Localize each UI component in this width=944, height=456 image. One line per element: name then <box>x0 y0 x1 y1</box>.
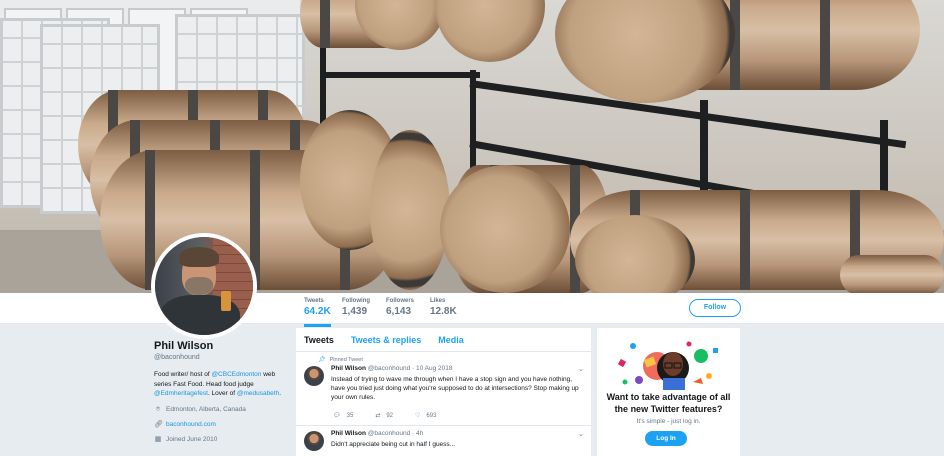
tweet-header: Phil Wilson @baconhound · 4h <box>331 430 423 437</box>
like-button[interactable]: ♡ 693 <box>415 412 437 420</box>
tweet-author[interactable]: Phil Wilson <box>331 365 366 372</box>
retweet-icon: ⇄ <box>375 413 381 419</box>
stat-value: 12.8K <box>430 306 457 317</box>
reply-count: 35 <box>346 412 354 419</box>
link-icon: 🔗︎ <box>154 420 163 428</box>
stat-value: 64.2K <box>304 306 331 317</box>
tweet-text: Instead of trying to wave me through whe… <box>331 376 579 402</box>
website-link[interactable]: baconhound.com <box>166 421 216 428</box>
profile-location: ⌾ Edmonton, Alberta, Canada <box>154 406 294 414</box>
tab-tweets[interactable]: Tweets <box>304 335 334 345</box>
twitter-features-illustration <box>617 341 718 390</box>
tab-tweets-replies[interactable]: Tweets & replies <box>351 335 421 345</box>
stat-label: Tweets <box>304 298 324 304</box>
reply-button[interactable]: 💬︎ 35 <box>333 412 354 420</box>
stat-label: Followers <box>386 298 415 304</box>
avatar[interactable] <box>151 233 257 339</box>
card-subtitle: It's simple - just log in. <box>636 418 701 425</box>
stat-tweets[interactable]: Tweets 64.2K <box>304 298 331 327</box>
stat-following[interactable]: Following 1,439 <box>342 298 370 317</box>
stat-value: 1,439 <box>342 306 368 317</box>
stat-label: Following <box>342 298 370 304</box>
tweet[interactable]: Phil Wilson @baconhound · 4h ⌄ Didn't ap… <box>296 426 591 456</box>
reply-icon: 💬︎ <box>333 413 341 419</box>
bio-link-edmheritagefest[interactable]: @Edmheritagefest <box>154 390 208 397</box>
profile-nav <box>0 293 944 324</box>
bio-link-cbcedmonton[interactable]: @CBCEdmonton <box>211 371 261 378</box>
stat-label: Likes <box>430 298 446 304</box>
stat-value: 6,143 <box>386 306 412 317</box>
tweet-handle-time: @baconhound · 4h <box>367 430 424 437</box>
card-title: Want to take advantage of all the new Tw… <box>606 392 731 414</box>
bio-text: . <box>279 390 282 397</box>
timeline-tabs: Tweets Tweets & replies Media <box>296 328 591 352</box>
location-text: Edmonton, Alberta, Canada <box>166 406 246 413</box>
tweet-author[interactable]: Phil Wilson <box>331 430 366 437</box>
tab-media[interactable]: Media <box>438 335 464 345</box>
retweet-button[interactable]: ⇄ 92 <box>375 412 394 420</box>
follow-button[interactable]: Follow <box>689 299 741 317</box>
pin-icon: 📌︎ <box>318 357 326 363</box>
profile-banner <box>0 0 944 293</box>
tweet-avatar[interactable] <box>304 366 324 386</box>
pinned-text: Pinned Tweet <box>329 356 363 363</box>
tweet-avatar[interactable] <box>304 431 324 451</box>
chevron-down-icon[interactable]: ⌄ <box>578 365 584 373</box>
location-pin-icon: ⌾ <box>155 405 161 413</box>
like-count: 693 <box>426 412 437 419</box>
calendar-icon: ▦ <box>154 435 162 443</box>
login-button[interactable]: Log In <box>645 431 687 446</box>
tweet-pinned[interactable]: 📌︎ Pinned Tweet Phil Wilson @baconhound … <box>296 352 591 426</box>
heart-icon: ♡ <box>415 413 421 419</box>
tweet-text: Didn't appreciate being cut in half I gu… <box>331 441 456 448</box>
joined-text: Joined June 2010 <box>166 436 218 443</box>
timeline: Tweets Tweets & replies Media 📌︎ Pinned … <box>296 328 591 456</box>
profile-bio: Food writer/ host of @CBCEdmonton web se… <box>154 370 289 399</box>
chevron-down-icon[interactable]: ⌄ <box>578 430 584 438</box>
profile-handle[interactable]: @baconhound <box>154 354 294 361</box>
bio-text: . Lover of <box>207 390 237 397</box>
retweet-count: 92 <box>386 412 394 419</box>
login-promo-card: Want to take advantage of all the new Tw… <box>597 328 740 456</box>
stat-likes[interactable]: Likes 12.8K <box>430 298 457 317</box>
pinned-label: 📌︎ Pinned Tweet <box>318 356 363 364</box>
stat-followers[interactable]: Followers 6,143 <box>386 298 414 317</box>
profile-website: 🔗︎ baconhound.com <box>154 421 294 429</box>
bio-text: Food writer/ host of <box>154 371 212 378</box>
tweet-header: Phil Wilson @baconhound · 10 Aug 2018 <box>331 365 452 372</box>
profile-name[interactable]: Phil Wilson <box>154 340 294 352</box>
profile-joined: ▦ Joined June 2010 <box>154 436 294 444</box>
tweet-actions: 💬︎ 35 ⇄ 92 ♡ 693 <box>333 412 437 420</box>
profile-card: Phil Wilson @baconhound Food writer/ hos… <box>154 340 294 444</box>
bio-link-medusabeth[interactable]: @medusabeth <box>237 390 279 397</box>
tweet-handle-time: @baconhound · 10 Aug 2018 <box>367 365 453 372</box>
